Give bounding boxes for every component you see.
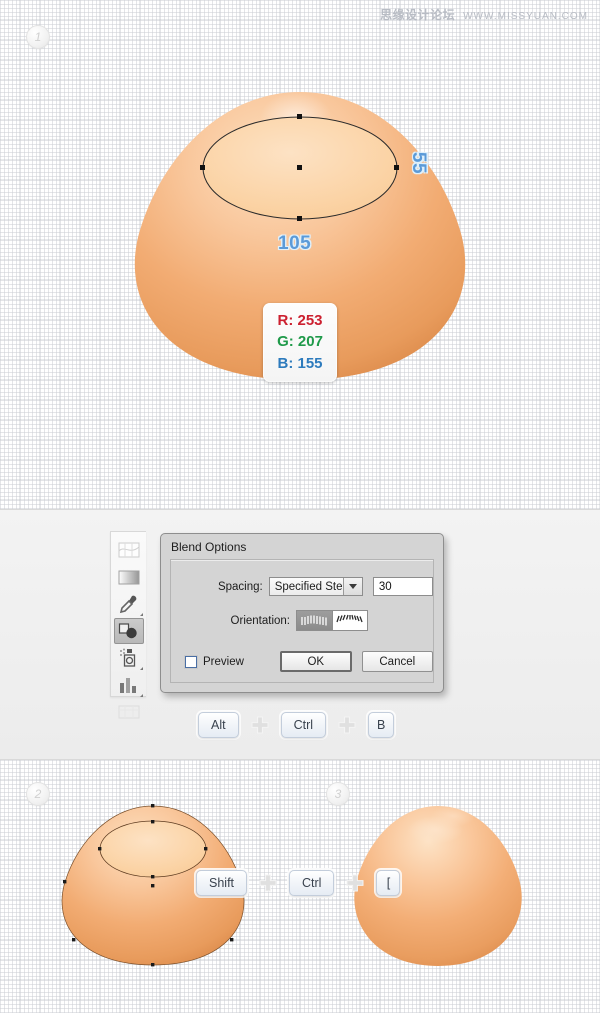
align-to-path-button[interactable] [332,611,367,630]
eyedropper-tool[interactable] [114,591,144,617]
inner-ellipse-path-step2[interactable] [99,820,207,878]
tool-expand-corner [139,694,143,697]
color-readout-green: G: 207 [277,333,323,351]
steps-input[interactable]: 30 [372,577,433,596]
preview-checkbox-wrap[interactable]: Preview [185,655,280,668]
cancel-button-label: Cancel [379,655,416,668]
plus-icon [345,873,365,893]
preview-label: Preview [203,655,244,668]
dialog-button-row: Preview OK Cancel [171,651,433,672]
artboard-icon [118,705,139,719]
anchor-point[interactable] [98,847,102,851]
watermark: 思缘设计论坛 WWW.MISSYUAN.COM [380,6,588,23]
eyedropper-icon [119,595,136,614]
steps-input-value: 30 [378,580,392,593]
color-readout-blue: B: 155 [277,354,323,372]
anchor-point[interactable] [151,875,155,879]
width-measurement-label: 105 [278,233,312,254]
shortcut-combo-1: Alt Ctrl B [198,712,395,738]
height-measurement-label: 55 [408,151,430,175]
anchor-point[interactable] [151,820,155,824]
spacing-label: Spacing: [217,580,263,593]
anchor-point[interactable] [63,880,67,884]
mesh-icon [118,542,139,558]
align-to-path-icon [336,614,363,622]
live-paint-bucket-tool[interactable] [114,645,144,671]
illustrator-toolbar[interactable] [110,531,146,719]
step-badge-1: 1 [26,25,50,49]
gradient-icon [118,570,139,584]
live-paint-bucket-icon [119,648,135,667]
orientation-button-group[interactable] [296,610,368,631]
plus-icon [258,873,278,893]
watermark-url-text: WWW.MISSYUAN.COM [463,11,588,22]
key-ctrl[interactable]: Ctrl [289,870,335,896]
column-graph-icon [119,677,136,693]
plus-icon [337,715,357,735]
anchor-point[interactable] [72,938,76,942]
anchor-point-right[interactable] [394,165,399,170]
anchor-point[interactable] [151,963,155,967]
blend-options-dialog[interactable]: Blend Options Spacing: Specified Steps 3… [160,533,444,693]
mesh-tool[interactable] [114,537,144,563]
anchor-point-top[interactable] [297,114,302,119]
tutorial-page: 思缘设计论坛 WWW.MISSYUAN.COM 1 105 55 R: 253 … [0,0,600,1013]
anchor-point[interactable] [204,847,208,851]
ok-button-label: OK [307,655,325,668]
anchor-point-bottom[interactable] [297,216,302,221]
key-b[interactable]: B [368,712,395,738]
anchor-point-left[interactable] [200,165,205,170]
key-alt[interactable]: Alt [198,712,239,738]
align-to-page-icon [300,615,327,625]
artboard-tool[interactable] [114,699,144,725]
blend-tool[interactable] [113,618,144,644]
anchor-point[interactable] [230,938,234,942]
plus-icon [250,715,270,735]
key-shift[interactable]: Shift [196,870,248,896]
color-readout-red: R: 253 [277,312,323,329]
shortcut-combo-2: Shift Ctrl [ [196,870,401,896]
color-readout-card: R: 253 G: 207 B: 155 [263,303,337,382]
dialog-title: Blend Options [171,540,247,554]
orientation-label: Orientation: [230,614,290,627]
tool-expand-corner [139,667,143,670]
preview-checkbox[interactable] [185,655,197,668]
anchor-point[interactable] [151,884,155,888]
key-bracket-left[interactable]: [ [376,870,401,896]
watermark-cn-text: 思缘设计论坛 [380,8,456,22]
chevron-down-icon[interactable] [342,578,362,595]
gradient-tool[interactable] [114,564,144,590]
orientation-row: Orientation: [171,610,433,631]
tool-expand-corner [139,613,143,616]
dialog-body: Spacing: Specified Steps 30 Orientation: [170,559,434,683]
ok-button[interactable]: OK [279,651,352,672]
anchor-point[interactable] [151,804,155,808]
egg-blend-highlight-2 [431,805,475,827]
column-graph-tool[interactable] [114,672,144,698]
spacing-select[interactable]: Specified Steps [268,577,363,596]
spacing-row: Spacing: Specified Steps 30 [171,577,433,596]
key-ctrl[interactable]: Ctrl [280,712,327,738]
anchor-point-center[interactable] [297,165,302,170]
cancel-button[interactable]: Cancel [361,651,433,672]
align-to-page-button[interactable] [297,611,332,630]
blend-icon [118,623,137,639]
